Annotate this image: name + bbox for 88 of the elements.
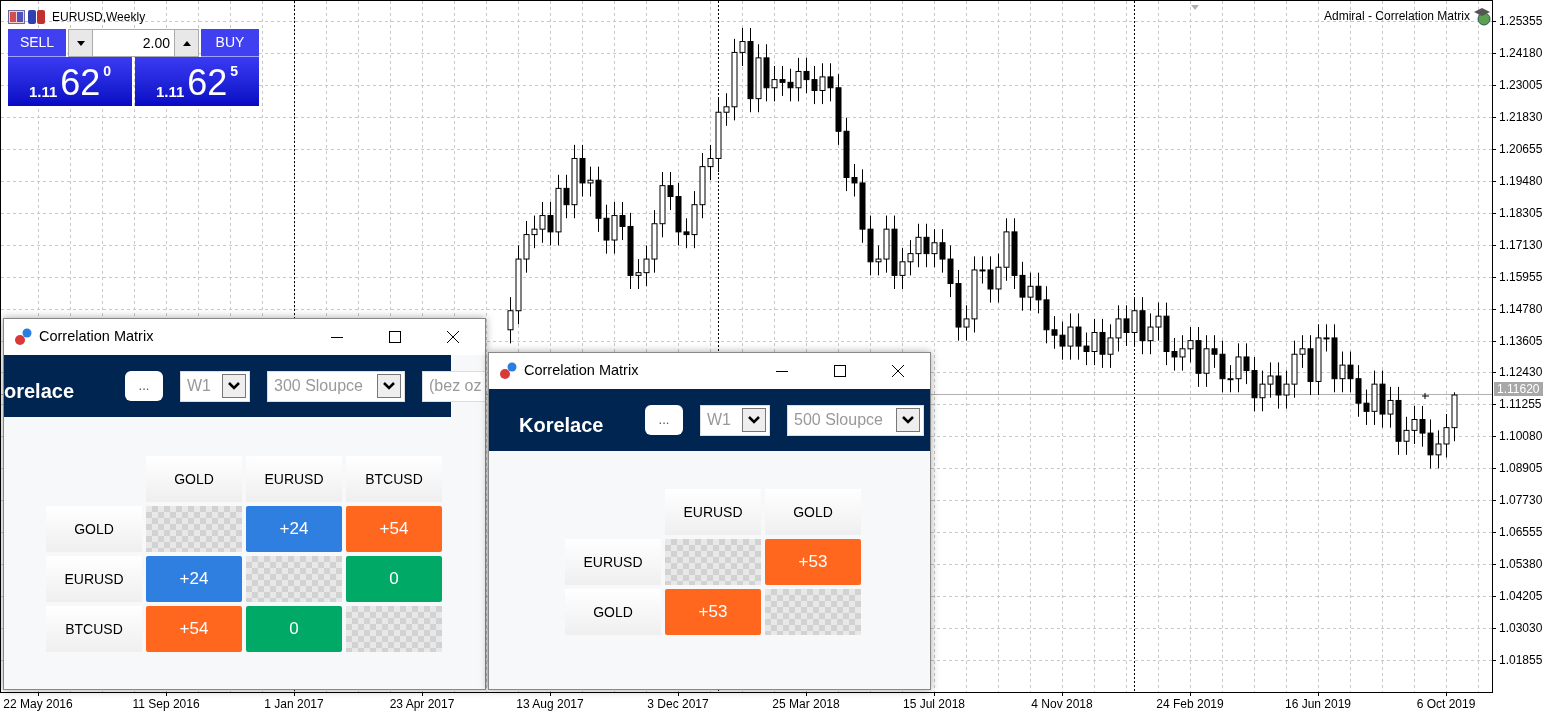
app-logo-icon [499,362,517,380]
column-header: EURUSD [665,489,761,535]
field-value: W1 [707,410,732,430]
buy-button[interactable]: BUY [201,29,259,57]
date-label: 11 Sep 2016 [132,697,200,711]
price-label: 1.10080 [1499,429,1543,443]
window-title: Correlation Matrix [39,327,154,347]
chart-title: EURUSD,Weekly [52,9,146,26]
date-label: 23 Apr 2017 [389,697,455,711]
price-label: 1.04205 [1499,589,1543,603]
price-label: 1.12430 [1499,365,1543,379]
current-price-label: 1.11620 [1494,382,1543,396]
price-label: 1.03030 [1499,621,1543,635]
price-label: 1.15955 [1499,270,1543,284]
sell-button[interactable]: SELL [8,29,66,57]
correlation-cell: +54 [146,606,242,652]
shift-marker-icon [1191,5,1199,10]
date-label: 25 Mar 2018 [772,697,840,711]
field-value: 500 Sloupce [794,410,884,430]
price-label: 1.25355 [1499,14,1543,28]
price-label: 1.23005 [1499,78,1543,92]
correlation-cell: +54 [346,506,442,552]
increase-button[interactable] [174,30,198,56]
date-label: 24 Feb 2019 [1156,697,1224,711]
windows-icon[interactable] [28,10,45,24]
volume-field[interactable]: 2.00 [68,29,199,57]
price-label: 1.13605 [1499,334,1543,348]
correlation-cell: 0 [246,606,342,652]
header-title: Korelace [519,413,605,438]
field-value: 300 Sloupce [274,376,364,396]
price-label: 1.11255 [1499,397,1542,411]
date-label: 22 May 2016 [3,697,73,711]
header-title: orelace [4,379,76,404]
graduation-cap-icon[interactable] [1472,6,1492,26]
row-header: GOLD [46,506,142,552]
caret-down-icon [76,40,85,46]
chevron-down-icon[interactable] [222,374,246,398]
indicator-title: Admiral - Correlation Matrix [1323,8,1470,25]
column-header: BTCUSD [346,456,442,502]
price-label: 1.21830 [1499,110,1543,124]
chevron-down-icon[interactable] [742,408,766,432]
price-label: 1.24180 [1499,46,1543,60]
price-label: 1.05380 [1499,557,1543,571]
window-title: Correlation Matrix [524,361,639,381]
row-header: EURUSD [565,539,661,585]
options-button[interactable]: ... [645,405,683,435]
price-tick-icon [1421,392,1430,400]
date-label: 3 Dec 2017 [647,697,709,711]
column-header: EURUSD [246,456,342,502]
close-icon [892,365,904,377]
close-icon [447,331,459,343]
price-label: 1.19480 [1499,174,1543,188]
price-label: 1.07730 [1499,493,1543,507]
column-header: GOLD [146,456,242,502]
date-label: 15 Jul 2018 [902,697,966,711]
correlation-cell: +24 [146,556,242,602]
date-label: 6 Oct 2019 [1416,697,1476,711]
field-value: W1 [187,376,212,396]
maximize-icon [389,331,401,343]
price-label: 1.06555 [1499,525,1543,539]
row-header: EURUSD [46,556,142,602]
correlation-cell: +24 [246,506,342,552]
date-label: 13 Aug 2017 [516,697,584,711]
price-label: 1.17130 [1499,238,1543,252]
date-label: 16 Jun 2019 [1284,697,1352,711]
maximize-icon [834,365,846,377]
correlation-cell: +53 [765,539,861,585]
chevron-down-icon[interactable] [377,374,401,398]
volume-value: 2.00 [141,34,171,53]
price-label: 1.20655 [1499,142,1543,156]
price-label: 1.14780 [1499,302,1543,316]
table-icon[interactable] [8,10,25,24]
price-label: 1.18305 [1499,206,1543,220]
row-header: BTCUSD [46,606,142,652]
caret-up-icon [182,40,191,46]
app-logo-icon [14,328,32,346]
date-label: 4 Nov 2018 [1031,697,1093,711]
options-button[interactable]: ... [125,371,163,401]
price-label: 1.01855 [1499,653,1543,667]
price-label: 1.08905 [1499,461,1543,475]
chevron-down-icon[interactable] [896,408,920,432]
field-value: (bez oz [429,376,483,396]
row-header: GOLD [565,589,661,635]
date-label: 1 Jan 2017 [264,697,324,711]
correlation-cell: 0 [346,556,442,602]
column-header: GOLD [765,489,861,535]
decrease-button[interactable] [69,30,93,56]
correlation-cell: +53 [665,589,761,635]
